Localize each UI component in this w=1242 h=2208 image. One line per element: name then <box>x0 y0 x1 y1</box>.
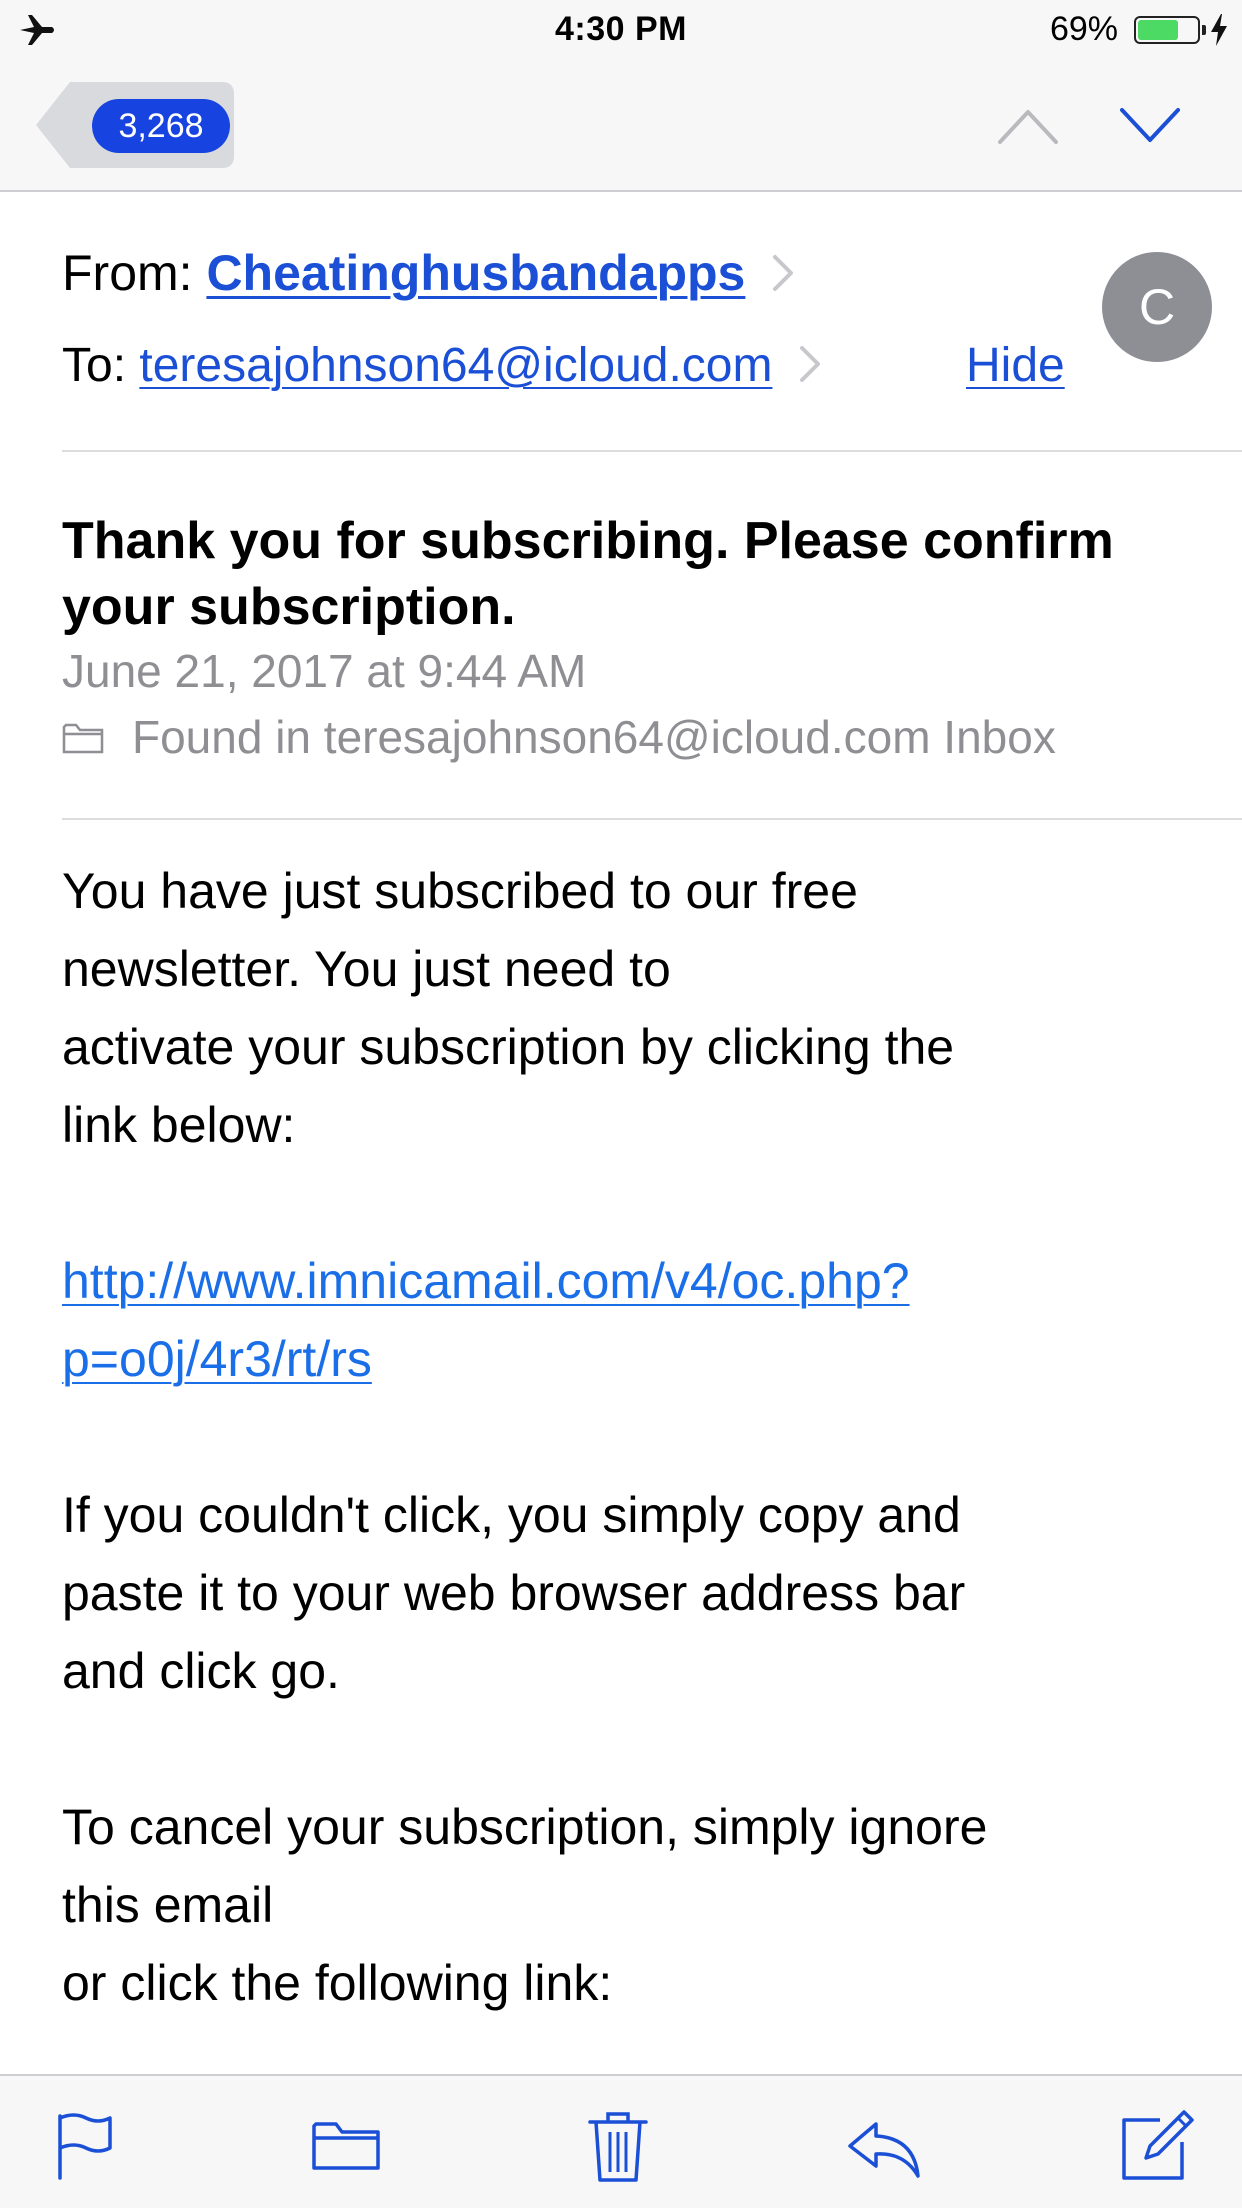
flag-icon <box>58 2113 112 2180</box>
confirm-link-line[interactable]: p=o0j/4r3/rt/rs <box>62 1331 372 1387</box>
body-line: To cancel your subscription, simply igno… <box>62 1799 988 1855</box>
message-count-badge: 3,268 <box>92 99 230 153</box>
folder-icon <box>62 723 104 754</box>
subject-divider <box>62 818 1242 820</box>
next-message-icon[interactable] <box>1118 100 1182 148</box>
compose-button[interactable] <box>1116 2106 1196 2186</box>
recipient-link[interactable]: teresajohnson64@icloud.com <box>139 339 772 392</box>
to-label: To: <box>62 339 127 392</box>
message-body: You have just subscribed to our free new… <box>62 852 1182 2100</box>
body-line: and click go. <box>62 1643 340 1699</box>
body-line: this email <box>62 1877 274 1933</box>
back-button[interactable]: 3,268 <box>36 82 234 168</box>
battery-icon <box>1134 16 1206 44</box>
body-line: activate your subscription by clicking t… <box>62 1019 955 1075</box>
body-line: paste it to your web browser address bar <box>62 1565 966 1621</box>
previous-message-icon[interactable] <box>996 102 1060 150</box>
to-row: To: teresajohnson64@icloud.com <box>62 338 822 393</box>
sender-link[interactable]: Cheatinghusbandapps <box>206 245 745 301</box>
folder-move-icon <box>312 2122 380 2170</box>
body-line: If you couldn't click, you simply copy a… <box>62 1487 961 1543</box>
body-paragraph: If you couldn't click, you simply copy a… <box>62 1476 1182 1710</box>
reply-icon <box>848 2122 920 2178</box>
chevron-right-icon <box>773 254 794 291</box>
from-row: From: Cheatinghusbandapps <box>62 244 795 302</box>
body-paragraph: You have just subscribed to our free new… <box>62 852 1182 1164</box>
body-paragraph: To cancel your subscription, simply igno… <box>62 1788 1182 2022</box>
header-divider <box>62 450 1242 452</box>
trash-icon <box>588 2112 648 2182</box>
battery-percent: 69% <box>1049 10 1118 48</box>
message-date: June 21, 2017 at 9:44 AM <box>62 645 587 697</box>
body-line: You have just subscribed to our free <box>62 863 858 919</box>
from-label: From: <box>62 245 193 301</box>
confirm-link-line[interactable]: http://www.imnicamail.com/v4/oc.php? <box>62 1253 910 1309</box>
hide-details-link[interactable]: Hide <box>966 338 1065 393</box>
reply-button[interactable] <box>844 2106 924 2186</box>
status-bar: 4:30 PM 69% <box>0 0 1242 62</box>
body-line: link below: <box>62 1097 296 1153</box>
charging-bolt-icon <box>1211 14 1227 46</box>
move-to-folder-button[interactable] <box>306 2106 386 2186</box>
body-line: newsletter. You just need to <box>62 941 671 997</box>
body-line: or click the following link: <box>62 1955 613 2011</box>
found-in-label: Found in teresajohnson64@icloud.com Inbo… <box>132 711 1056 763</box>
confirm-link[interactable]: http://www.imnicamail.com/v4/oc.php? p=o… <box>62 1242 1182 1398</box>
sender-avatar: C <box>1102 252 1212 362</box>
message-subject: Thank you for subscribing. Please confir… <box>62 512 1114 636</box>
compose-icon <box>1122 2110 1194 2180</box>
flag-button[interactable] <box>46 2106 126 2186</box>
chevron-right-icon <box>799 346 820 383</box>
bottom-toolbar <box>0 2074 1242 2208</box>
navigation-bar: 3,268 <box>0 62 1242 192</box>
trash-button[interactable] <box>578 2106 658 2186</box>
battery-fill <box>1138 20 1178 40</box>
found-in-row: Found in teresajohnson64@icloud.com Inbo… <box>62 710 1056 764</box>
